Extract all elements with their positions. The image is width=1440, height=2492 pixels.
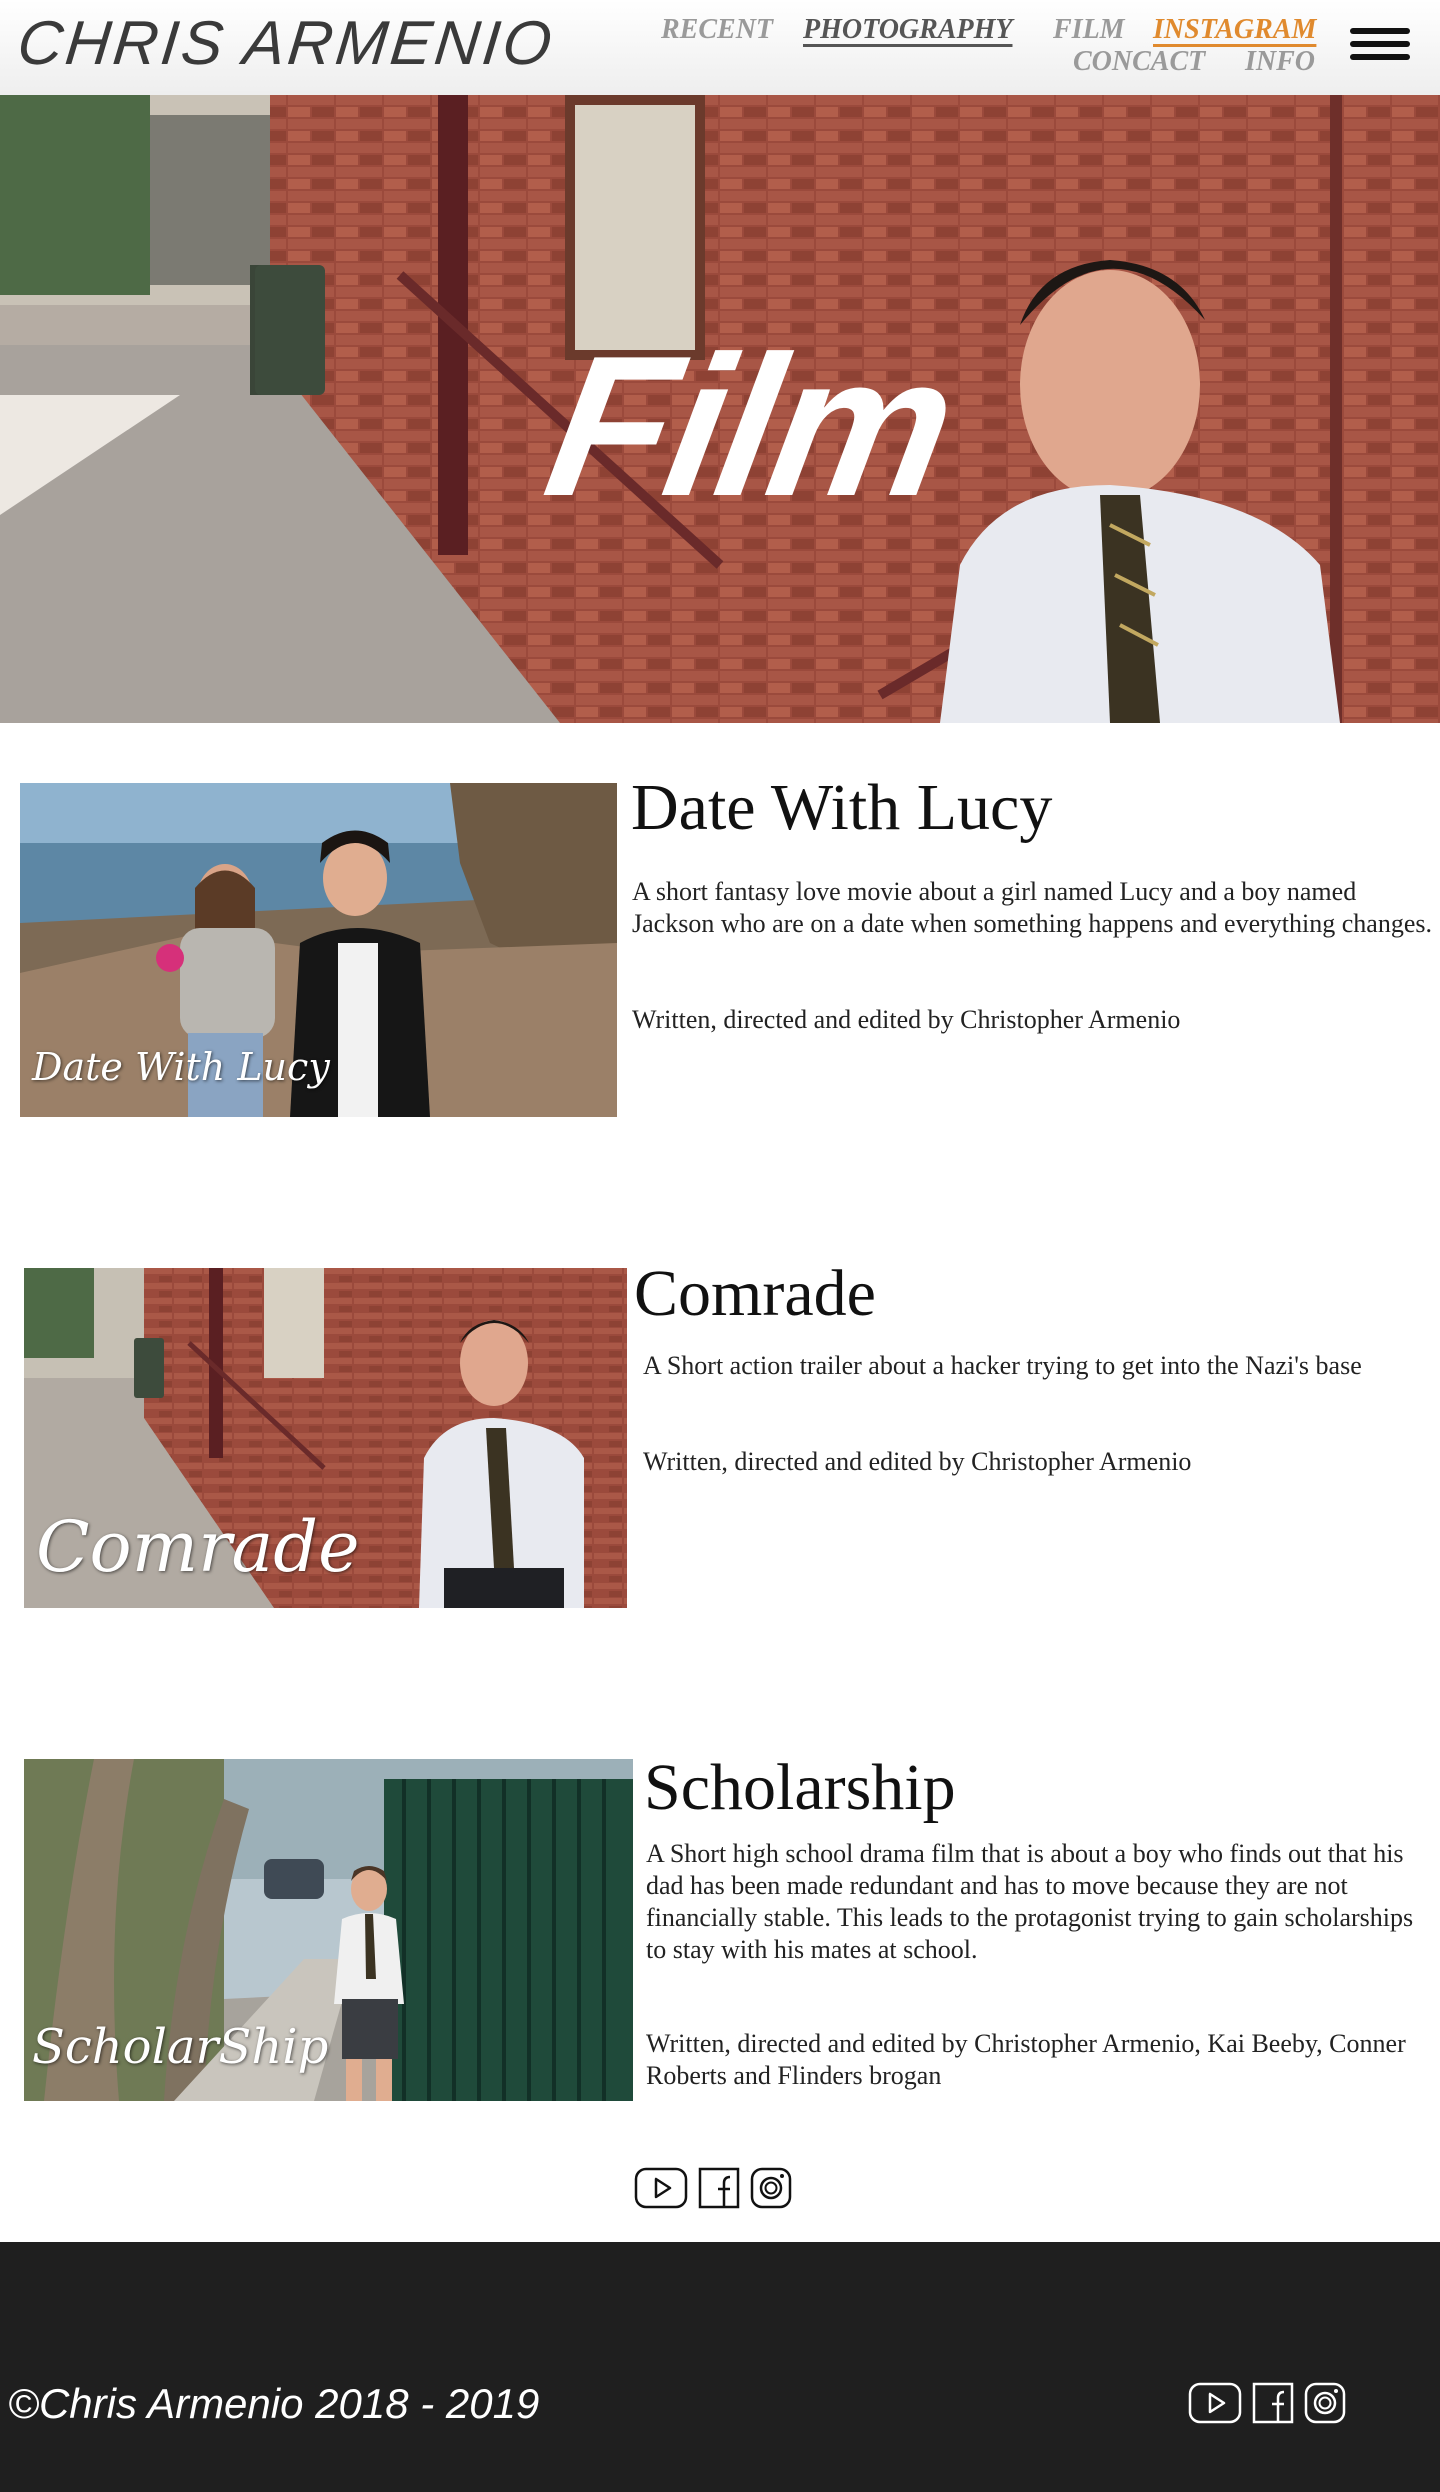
film-thumbnail-caption: Date With Lucy <box>32 1045 330 1089</box>
film-thumbnail-caption: ScholarShip <box>32 2019 329 2075</box>
nav-concact[interactable]: CONCACT <box>1073 46 1205 78</box>
nav-instagram[interactable]: INSTAGRAM <box>1153 14 1316 46</box>
film-credit: Written, directed and edited by Christop… <box>632 1005 1181 1034</box>
youtube-icon[interactable] <box>634 2167 688 2209</box>
film-description: A Short high school drama film that is a… <box>646 1839 1414 1964</box>
film-thumbnail-caption: Comrade <box>36 1506 360 1588</box>
nav-recent[interactable]: RECENT <box>661 14 773 46</box>
nav-photography[interactable]: PHOTOGRAPHY <box>803 14 1012 46</box>
film-credit: Written, directed and edited by Christop… <box>643 1447 1192 1476</box>
footer-social-links <box>1188 2382 1346 2424</box>
site-header: CHRIS ARMENIO RECENT PHOTOGRAPHY FILM IN… <box>0 0 1440 95</box>
site-logo[interactable]: CHRIS ARMENIO <box>14 8 558 79</box>
facebook-icon[interactable] <box>698 2167 740 2209</box>
site-footer: ©Chris Armenio 2018 - 2019 <box>0 2242 1440 2492</box>
film-thumbnail-scholarship[interactable]: ScholarShip <box>24 1759 633 2101</box>
film-credit: Written, directed and edited by Christop… <box>646 2029 1406 2090</box>
hero-title: Film <box>532 315 967 538</box>
instagram-icon[interactable] <box>1304 2382 1346 2424</box>
film-description: A short fantasy love movie about a girl … <box>632 877 1432 938</box>
social-links <box>634 2167 792 2209</box>
film-title: Comrade <box>634 1257 876 1330</box>
nav-info[interactable]: INFO <box>1245 46 1315 78</box>
film-description: A Short action trailer about a hacker tr… <box>643 1351 1362 1380</box>
facebook-icon[interactable] <box>1252 2382 1294 2424</box>
film-title: Scholarship <box>644 1751 956 1824</box>
film-thumbnail-comrade[interactable]: Comrade <box>24 1268 627 1608</box>
nav-film[interactable]: FILM <box>1053 14 1125 46</box>
youtube-icon[interactable] <box>1188 2382 1242 2424</box>
instagram-icon[interactable] <box>750 2167 792 2209</box>
copyright-text: ©Chris Armenio 2018 - 2019 <box>8 2380 540 2427</box>
hamburger-menu-icon[interactable] <box>1350 28 1410 64</box>
film-thumbnail-date-with-lucy[interactable]: Date With Lucy <box>20 783 617 1117</box>
film-title: Date With Lucy <box>631 771 1053 844</box>
hero-banner: Film <box>0 95 1440 723</box>
